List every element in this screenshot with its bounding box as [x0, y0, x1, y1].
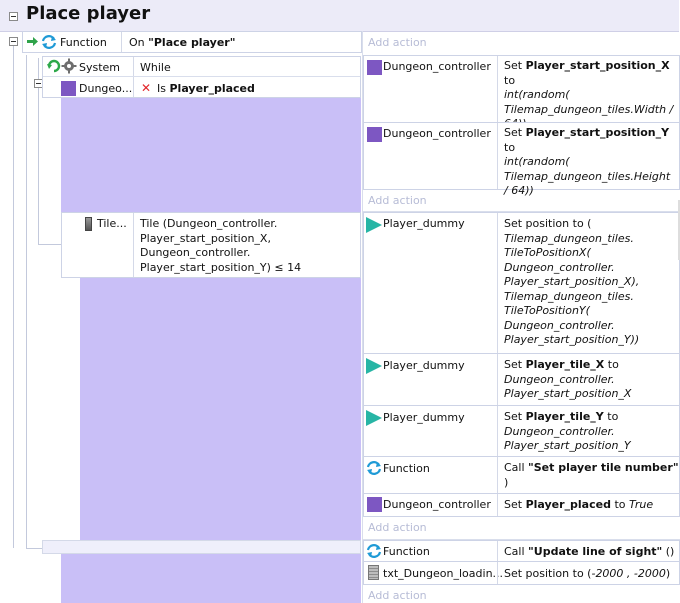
function-icon [366, 543, 382, 559]
system-object-label: System [79, 61, 121, 74]
call-set-tile-number-action: Call "Set player tile number" ( ) [504, 461, 679, 489]
dungeon-controller-icon [367, 127, 382, 142]
divider [497, 562, 498, 584]
set-start-x-action: Set Player_start_position_X to int(rando… [504, 59, 674, 130]
empty-condition-row[interactable] [42, 540, 361, 554]
invert-x-icon: ✕ [141, 81, 152, 95]
player-dummy-icon [366, 410, 382, 426]
player-dummy-icon [366, 217, 382, 233]
condition-empty-area [61, 554, 361, 603]
action-object: Player_dummy [383, 411, 465, 424]
collapse-event-icon[interactable] [9, 37, 18, 46]
set-player-placed-action: Set Player_placed to True [504, 498, 654, 511]
collapse-group-icon[interactable] [9, 12, 18, 21]
loop-icon [46, 58, 62, 74]
divider [497, 457, 498, 493]
add-action-link[interactable]: Add action [368, 194, 427, 207]
dungeon-controller-icon [367, 60, 382, 75]
condition-empty-area [61, 98, 361, 212]
tile-object-label: Tile... [97, 217, 127, 230]
divider [497, 56, 498, 122]
add-action-link[interactable]: Add action [368, 521, 427, 534]
set-tile-x-action: Set Player_tile_X to Dungeon_controller.… [504, 358, 632, 400]
action-object: Dungeon_controller [383, 498, 491, 511]
divider [43, 76, 360, 77]
event-arrow-icon [27, 36, 38, 47]
while-condition: While [140, 61, 171, 74]
on-function-condition: On "Place player" [129, 36, 236, 49]
group-title: Place player [26, 3, 151, 24]
tree-line [13, 46, 14, 548]
function-icon [366, 460, 382, 476]
divider [497, 406, 498, 456]
divider [497, 541, 498, 561]
action-object: Player_dummy [383, 217, 465, 230]
divider [133, 213, 134, 277]
add-action-link[interactable]: Add action [368, 36, 427, 49]
divider [133, 57, 134, 97]
condition-empty-area [80, 278, 361, 540]
function-icon [41, 34, 57, 50]
action-object: Function [383, 545, 430, 558]
system-gear-icon [61, 58, 77, 74]
divider [121, 32, 122, 52]
dungeon-object-label: Dungeo... [79, 82, 133, 95]
call-update-line-of-sight-action: Call "Update line of sight" () [504, 545, 675, 558]
tilemap-icon [85, 217, 92, 231]
dungeon-controller-icon [61, 81, 76, 96]
action-object: Dungeon_controller [383, 127, 491, 140]
action-object: txt_Dungeon_loadin... [383, 567, 504, 580]
action-object: Player_dummy [383, 359, 465, 372]
action-object: Dungeon_controller [383, 60, 491, 73]
function-object-label: Function [60, 36, 107, 49]
tile-condition: Tile (Dungeon_controller. Player_start_p… [140, 217, 302, 274]
set-start-y-action: Set Player_start_position_Y to int(rando… [504, 126, 671, 197]
set-text-position-action: Set position to (-2000 , -2000) [504, 567, 671, 580]
dungeon-controller-icon [367, 497, 382, 512]
set-position-action: Set position to ( Tilemap_dungeon_tiles.… [504, 217, 640, 346]
add-action-link[interactable]: Add action [368, 589, 427, 602]
divider [497, 123, 498, 189]
set-tile-y-action: Set Player_tile_Y to Dungeon_controller.… [504, 410, 631, 452]
divider [497, 354, 498, 405]
text-object-icon [368, 565, 379, 580]
divider [497, 213, 498, 353]
player-dummy-icon [366, 358, 382, 374]
divider [497, 494, 498, 516]
tree-line [26, 55, 27, 549]
action-object: Function [383, 462, 430, 475]
is-player-placed-condition: Is Player_placed [157, 82, 255, 95]
